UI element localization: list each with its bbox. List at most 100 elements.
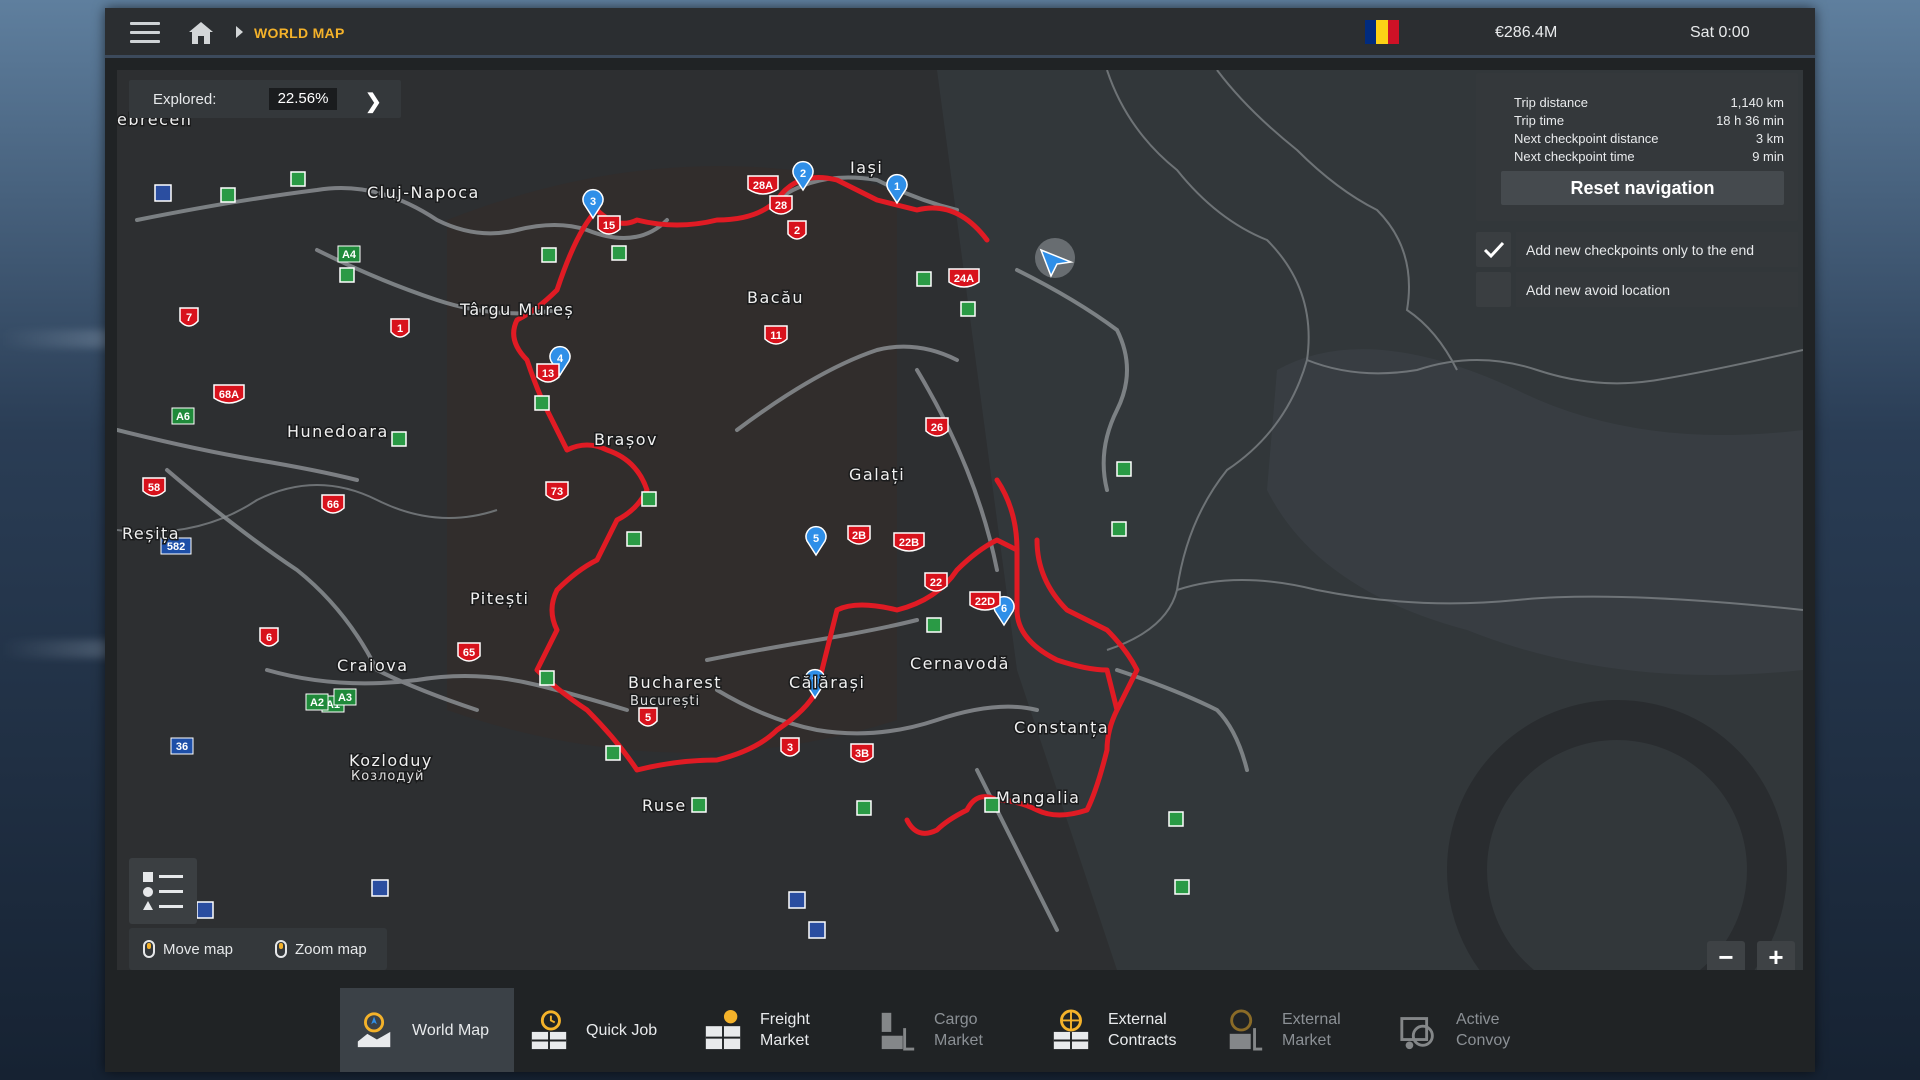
svg-text:26: 26 — [931, 422, 943, 434]
city-label-t-rgu-mure-[interactable]: Târgu Mureș — [458, 299, 575, 321]
city-label-pite-ti[interactable]: Pitești — [469, 588, 530, 610]
game-time: Sat 0:00 — [1690, 24, 1750, 41]
road-number-badge: 1 — [390, 318, 410, 338]
checkpoints-end-checkbox[interactable] — [1476, 232, 1511, 267]
avoid-location-checkbox[interactable] — [1476, 272, 1511, 307]
service-station-icon — [856, 800, 872, 816]
service-station-icon — [1116, 461, 1132, 477]
trip-time-label: Trip time — [1514, 113, 1565, 128]
road-number-badge: 22 — [924, 572, 948, 592]
road-number-badge: 73 — [545, 481, 569, 501]
road-number-badge: 3 — [780, 737, 800, 757]
road-number-badge: 28A — [747, 175, 779, 195]
svg-text:28: 28 — [775, 200, 787, 212]
external-market-icon — [1229, 1009, 1263, 1051]
service-station-icon — [691, 797, 707, 813]
next-checkpoint-time-row: Next checkpoint time 9 min — [1514, 149, 1784, 164]
truck-dealer-icon — [154, 184, 172, 202]
city-label-cluj-napoca[interactable]: Cluj-Napoca — [366, 182, 480, 204]
service-station-icon — [916, 271, 932, 287]
svg-text:2: 2 — [800, 168, 806, 180]
tab-label: External Market — [1282, 1011, 1341, 1049]
road-number-badge: 2B — [847, 525, 871, 545]
checkpoints-end-option[interactable]: Add new checkpoints only to the end — [1476, 231, 1798, 267]
city-label-craiova[interactable]: Craiova — [336, 655, 409, 677]
svg-text:15: 15 — [603, 220, 615, 232]
trip-time-value: 18 h 36 min — [1716, 113, 1784, 128]
mouse-wheel-icon — [275, 940, 287, 958]
explored-expand-chevron-icon[interactable]: ❯ — [365, 89, 382, 114]
road-number-badge: 11 — [764, 325, 788, 345]
freight-market-icon — [705, 1009, 741, 1050]
svg-text:3: 3 — [590, 196, 596, 208]
tab-world-map[interactable]: World Map — [340, 988, 514, 1072]
city-label-bra-ov[interactable]: Brașov — [593, 429, 658, 451]
next-checkpoint-time-value: 9 min — [1752, 149, 1784, 164]
svg-text:73: 73 — [551, 486, 563, 498]
tab-external-market[interactable]: External Market — [1210, 988, 1384, 1072]
city-sublabel-bucharest: București — [630, 694, 700, 709]
truck-dealer-icon — [788, 891, 806, 909]
city-label-constan-a[interactable]: Constanța — [1013, 717, 1110, 739]
city-label-ruse[interactable]: Ruse — [641, 795, 687, 817]
city-label-bucharest[interactable]: Bucharest — [627, 672, 723, 694]
tab-label: Quick Job — [586, 1021, 658, 1039]
city-label-mangalia[interactable]: Mangalia — [995, 787, 1081, 809]
city-label-ia-i[interactable]: Iași — [849, 157, 884, 179]
tab-freight-market[interactable]: Freight Market — [688, 988, 862, 1072]
service-station-icon — [539, 670, 555, 686]
city-label-kozloduy[interactable]: Kozloduy — [348, 750, 433, 772]
svg-text:5: 5 — [813, 533, 819, 545]
tab-active-convoy[interactable]: Active Convoy — [1384, 988, 1558, 1072]
hamburger-menu-icon[interactable] — [130, 20, 160, 46]
road-number-badge: A3 — [333, 688, 357, 706]
service-station-icon — [220, 187, 236, 203]
svg-text:3B: 3B — [855, 748, 869, 760]
external-contracts-icon — [1053, 1009, 1089, 1050]
city-label-cernavod-[interactable]: Cernavodă — [909, 653, 1010, 675]
tab-label: Active Convoy — [1456, 1011, 1511, 1049]
road-number-badge: 58 — [142, 477, 166, 497]
next-checkpoint-distance-row: Next checkpoint distance 3 km — [1514, 131, 1784, 146]
avoid-location-option[interactable]: Add new avoid location — [1476, 271, 1798, 307]
svg-text:22D: 22D — [975, 596, 995, 608]
breadcrumb[interactable]: WORLD MAP — [254, 25, 345, 41]
next-checkpoint-time-label: Next checkpoint time — [1514, 149, 1635, 164]
service-station-icon — [1168, 811, 1184, 827]
avoid-location-label: Add new avoid location — [1516, 272, 1798, 307]
road-number-badge: 66 — [321, 494, 345, 514]
zoom-out-button[interactable]: − — [1707, 941, 1745, 970]
tab-external-contracts[interactable]: External Contracts — [1036, 988, 1210, 1072]
reset-navigation-button[interactable]: Reset navigation — [1501, 171, 1784, 205]
world-map-canvas[interactable]: 1 2 3 4 5 6 7 28A 28 2 15 24A 11 13 73 26 2B 22B 22 22D 5 3 3… — [117, 70, 1803, 970]
svg-text:13: 13 — [542, 368, 554, 380]
svg-text:3: 3 — [787, 742, 793, 754]
road-number-badge: 15 — [597, 215, 621, 235]
city-label-gala-i[interactable]: Galați — [848, 464, 906, 486]
city-label-hunedoara[interactable]: Hunedoara — [286, 421, 389, 443]
svg-text:11: 11 — [770, 330, 782, 342]
map-legend-button[interactable] — [129, 858, 197, 924]
city-label-c-l-ra-i[interactable]: Călărași — [788, 672, 866, 694]
road-number-badge: 2 — [787, 220, 807, 240]
service-station-icon — [960, 301, 976, 317]
city-label-re-i-a[interactable]: Reșița — [121, 523, 181, 545]
tab-cargo-market[interactable]: Cargo Market — [862, 988, 1036, 1072]
svg-text:A2: A2 — [310, 697, 324, 709]
explored-value: 22.56% — [269, 88, 337, 110]
road-number-badge: A2 — [305, 693, 329, 711]
home-icon[interactable] — [187, 20, 215, 46]
world-map-window: WORLD MAP €286.4M Sat 0:00 1 2 3 4 5 6 7… — [105, 8, 1815, 1072]
active-convoy-icon — [1400, 1017, 1434, 1050]
svg-text:1: 1 — [894, 181, 900, 193]
svg-text:2: 2 — [794, 225, 800, 237]
trip-distance-label: Trip distance — [1514, 95, 1588, 110]
city-label-bac-u[interactable]: Bacău — [746, 287, 805, 309]
next-checkpoint-distance-value: 3 km — [1755, 131, 1784, 146]
svg-text:24A: 24A — [954, 273, 974, 285]
road-number-badge: A4 — [337, 245, 361, 263]
tab-quick-job[interactable]: Quick Job — [514, 988, 688, 1072]
trip-time-row: Trip time 18 h 36 min — [1514, 113, 1784, 128]
zoom-in-button[interactable]: + — [1757, 941, 1795, 970]
tab-label: World Map — [412, 1021, 490, 1039]
